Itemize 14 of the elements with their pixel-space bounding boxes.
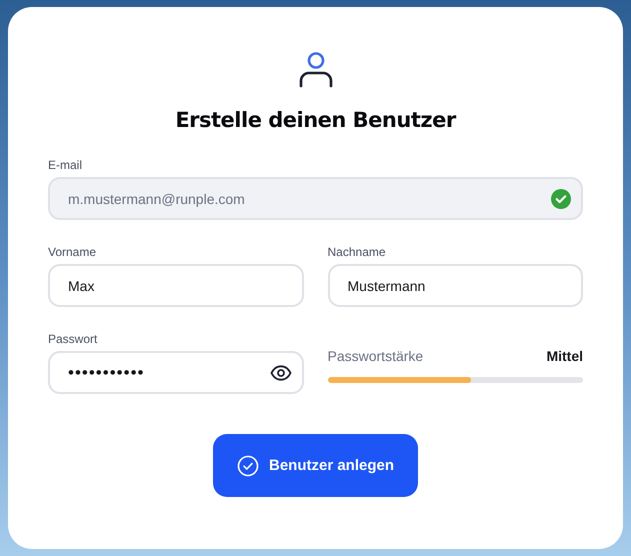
strength-label: Passwortstärke [328,348,424,364]
input-field[interactable]: Mustermann [328,264,583,307]
input-field[interactable]: ••••••••••• [48,351,304,394]
input-field[interactable]: Max [48,264,304,307]
form-title: Erstelle deinen Benutzer [175,108,456,132]
field-label: E-mail [48,158,84,172]
user-icon [298,51,334,88]
check-circle-icon [236,454,259,476]
eye-icon[interactable] [270,364,292,380]
strength-value: Mittel [546,348,583,364]
field-label: Passwort [48,332,98,346]
submit-button[interactable]: Benutzer anlegen [213,434,418,497]
field-label: Nachname [328,245,387,259]
field-label: Vorname [48,245,98,259]
